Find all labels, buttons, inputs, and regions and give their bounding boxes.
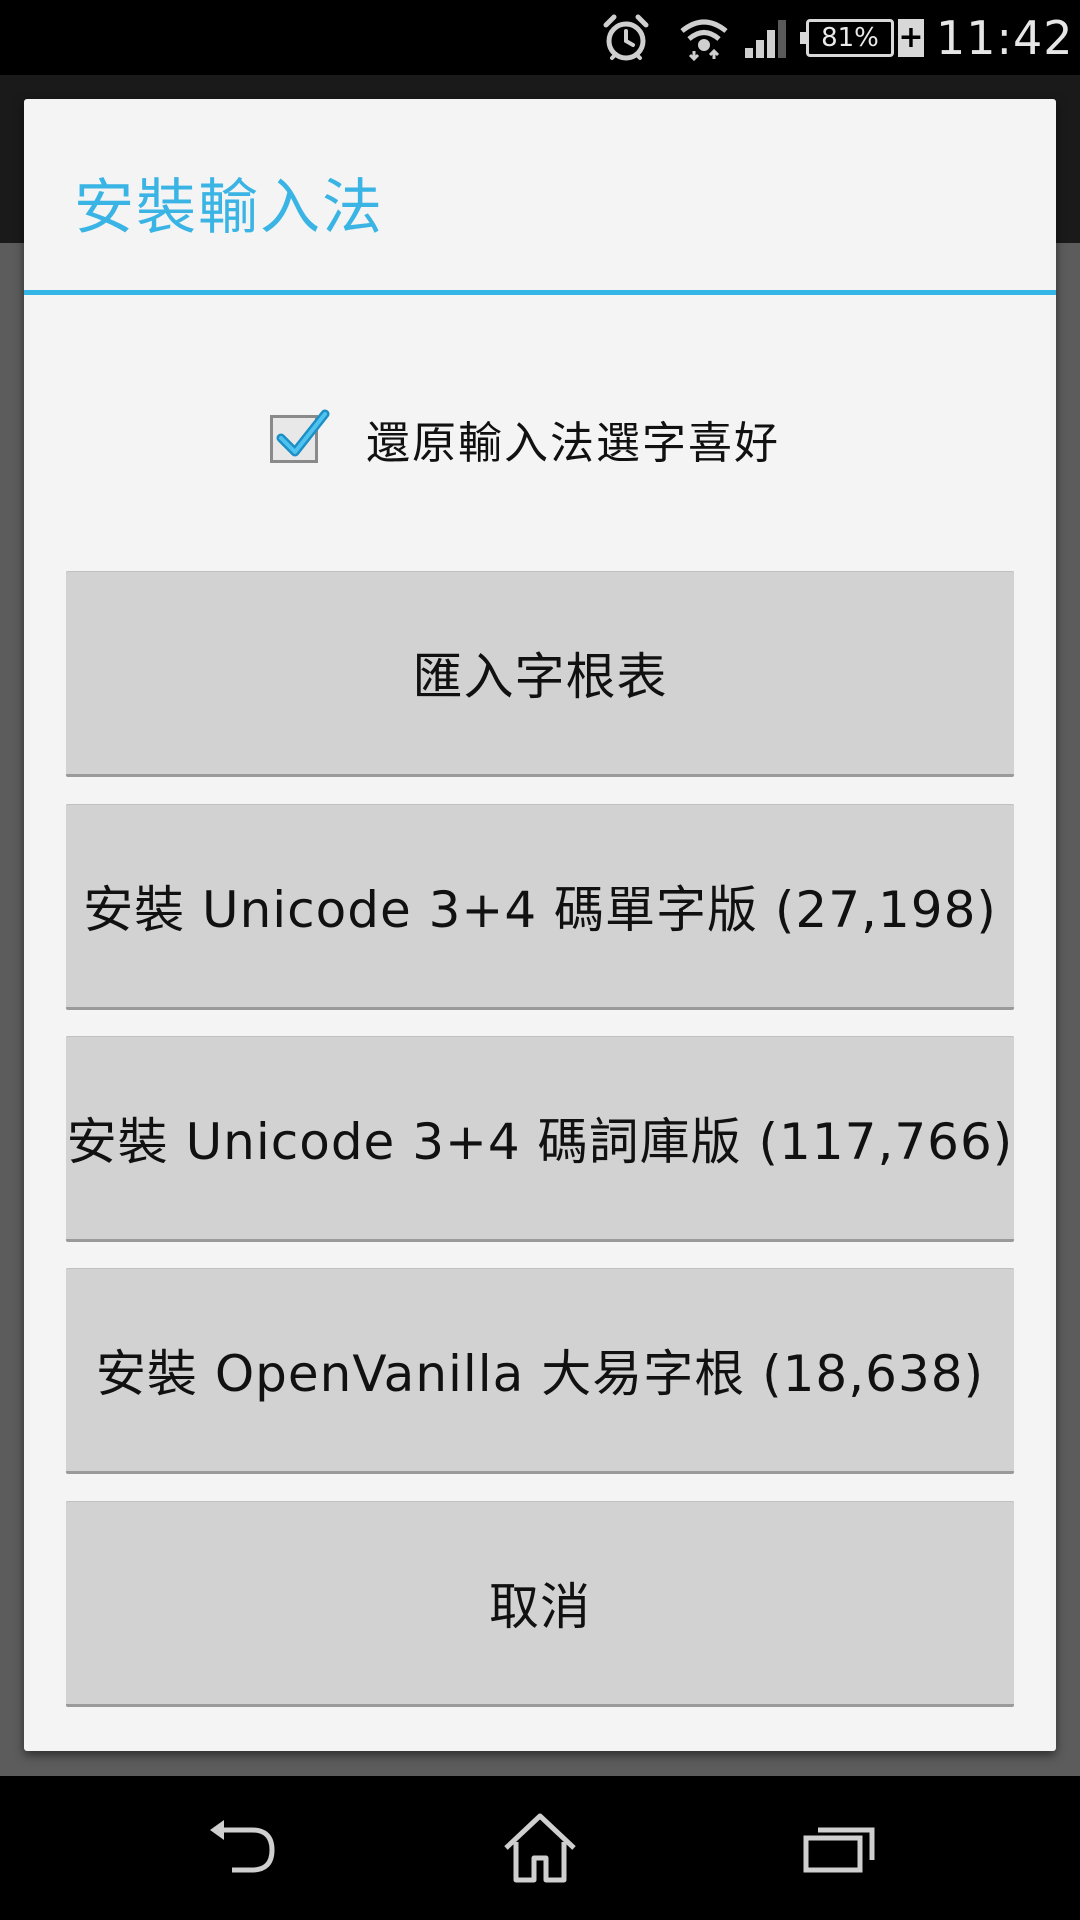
install-unicode-single-char-button[interactable]: 安裝 Unicode 3+4 碼單字版 (27,198) — [66, 804, 1014, 1010]
status-bar: 81% + 11:42 — [0, 0, 1080, 75]
cancel-button[interactable]: 取消 — [66, 1501, 1014, 1707]
install-unicode-phrase-button[interactable]: 安裝 Unicode 3+4 碼詞庫版 (117,766) — [66, 1036, 1014, 1242]
restore-preferences-label: 還原輸入法選字喜好 — [366, 418, 780, 469]
install-openvanilla-dayi-button[interactable]: 安裝 OpenVanilla 大易字根 (18,638) — [66, 1268, 1014, 1474]
checkmark-icon — [276, 409, 330, 457]
alarm-icon — [596, 0, 656, 75]
navigation-bar — [0, 1776, 1080, 1920]
back-button[interactable] — [162, 1776, 322, 1920]
dialog-title: 安裝輸入法 — [74, 173, 384, 243]
recent-apps-icon — [803, 1827, 875, 1873]
recent-apps-button[interactable] — [760, 1776, 920, 1920]
battery-icon: 81% + — [800, 0, 924, 75]
cell-signal-icon — [742, 0, 792, 75]
battery-level: 81% — [800, 18, 894, 57]
import-radicals-button[interactable]: 匯入字根表 — [66, 571, 1014, 777]
install-ime-dialog: 安裝輸入法 還原輸入法選字喜好 匯入字根表 安裝 Unicode 3+4 碼單字… — [24, 99, 1056, 1751]
back-icon — [210, 1820, 275, 1873]
screen: 81% + 11:42 安裝輸入法 還原輸入法選字喜好 匯入字根表 安裝 Uni… — [0, 0, 1080, 1920]
home-icon — [504, 1813, 576, 1883]
title-divider — [24, 290, 1056, 295]
status-time: 11:42 — [936, 10, 1074, 65]
restore-preferences-checkbox[interactable] — [270, 409, 330, 463]
home-button[interactable] — [460, 1776, 620, 1920]
charging-indicator: + — [898, 18, 924, 57]
wifi-icon — [676, 0, 732, 75]
restore-preferences-option[interactable]: 還原輸入法選字喜好 — [270, 404, 780, 474]
